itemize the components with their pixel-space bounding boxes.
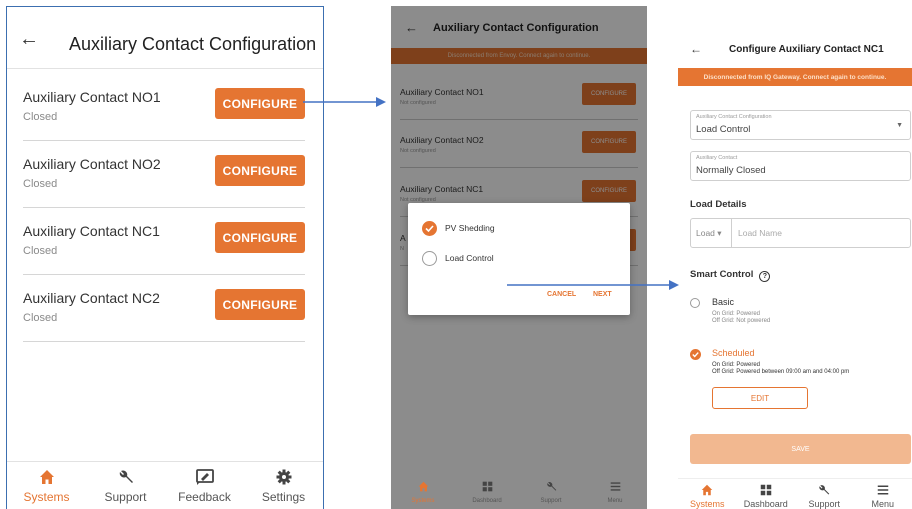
flow-arrow-2 xyxy=(507,280,679,290)
flow-arrows xyxy=(303,97,679,290)
flow-arrow-1 xyxy=(303,97,386,107)
